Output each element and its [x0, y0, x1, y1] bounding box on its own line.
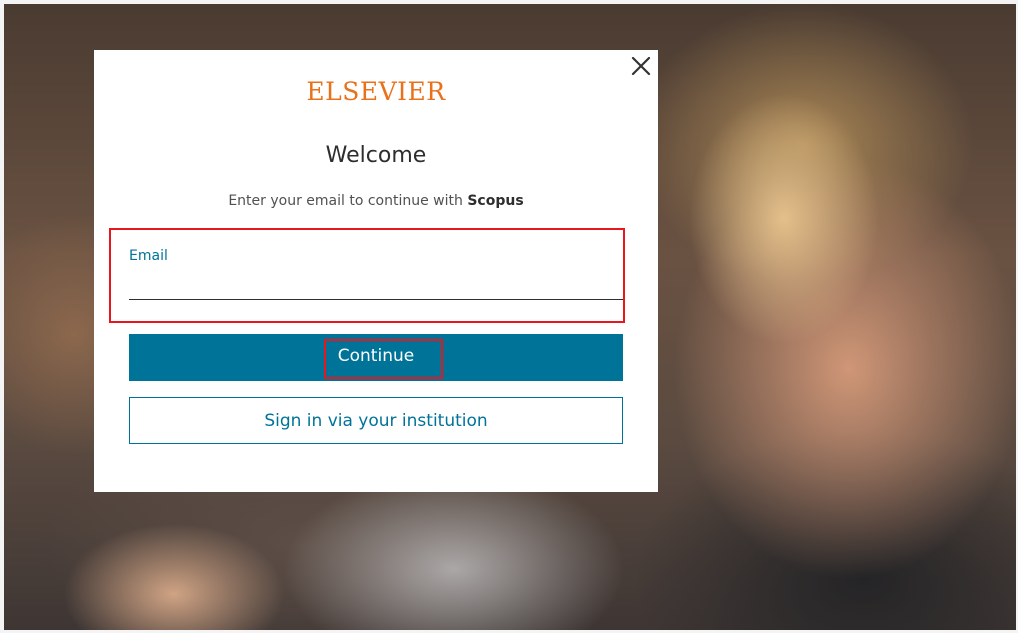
elsevier-logo: ELSEVIER — [306, 77, 446, 106]
email-label: Email — [129, 248, 168, 264]
product-name: Scopus — [467, 193, 524, 209]
close-button[interactable] — [629, 54, 653, 78]
sign-in-institution-button[interactable]: Sign in via your institution — [129, 397, 623, 444]
email-input[interactable] — [129, 270, 623, 300]
subtitle-text: Enter your email to continue with — [228, 193, 463, 209]
continue-button[interactable]: Continue — [129, 334, 623, 381]
dialog-subtitle: Enter your email to continue with Scopus — [94, 191, 658, 211]
dialog-title: Welcome — [325, 143, 427, 168]
close-icon — [631, 56, 651, 76]
